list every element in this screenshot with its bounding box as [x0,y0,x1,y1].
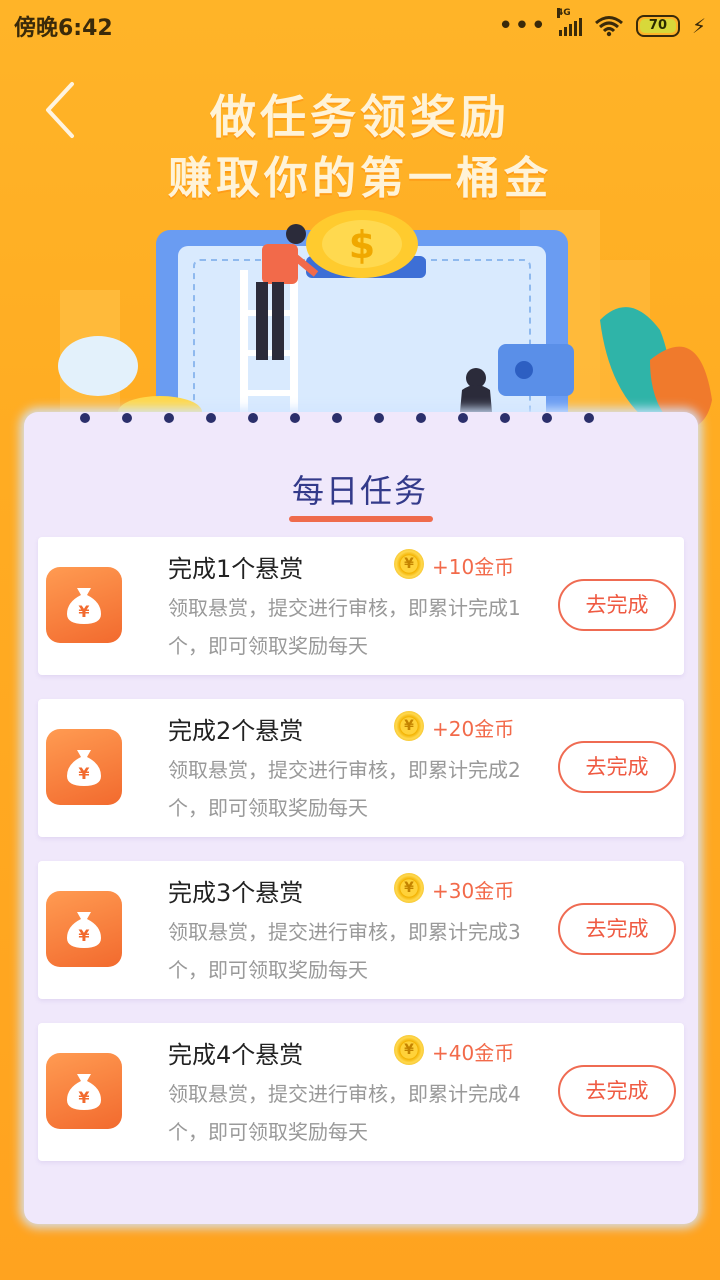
battery-icon: 70 [635,15,680,37]
charging-icon: ⚡ [691,14,706,38]
task-card: ¥ 完成3个悬赏 ¥ +30金币 领取悬赏，提交进行审核，即累计完成3个，即可领… [38,861,684,999]
task-description: 领取悬赏，提交进行审核，即累计完成1个，即可领取奖励每天 [168,596,521,658]
signal-icon: 4G [556,8,582,36]
coin-icon: ¥ [394,711,424,741]
more-dots-icon: ••• [497,11,547,41]
coin-icon: ¥ [394,873,424,903]
go-complete-button[interactable]: 去完成 [558,741,676,793]
money-bag-icon: ¥ [46,729,122,805]
task-description: 领取悬赏，提交进行审核，即累计完成3个，即可领取奖励每天 [168,920,521,982]
go-complete-button[interactable]: 去完成 [558,1065,676,1117]
task-title: 完成3个悬赏 [168,879,304,907]
money-bag-icon: ¥ [46,567,122,643]
task-reward: +30金币 [432,879,515,903]
svg-text:$: $ [349,223,375,267]
svg-text:¥: ¥ [78,602,89,621]
go-complete-button[interactable]: 去完成 [558,903,676,955]
svg-text:¥: ¥ [78,926,89,945]
status-time: 傍晚6:42 [14,16,113,41]
hero-line-1: 做任务领奖励 [210,90,510,144]
task-title: 完成4个悬赏 [168,1041,304,1069]
title-underline [289,516,433,522]
money-bag-icon: ¥ [46,1053,122,1129]
task-reward: +40金币 [432,1041,515,1065]
task-card: ¥ 完成4个悬赏 ¥ +40金币 领取悬赏，提交进行审核，即累计完成4个，即可领… [38,1023,684,1161]
network-type: 4G [556,8,571,18]
task-title: 完成1个悬赏 [168,555,304,583]
svg-text:¥: ¥ [78,764,89,783]
wifi-icon [594,16,623,37]
task-description: 领取悬赏，提交进行审核，即累计完成4个，即可领取奖励每天 [168,1082,521,1144]
panel-title: 每日任务 [291,472,428,510]
binder-rings [80,413,594,423]
hero-illustration: $ [58,210,712,430]
status-bar: 傍晚6:42 ••• 4G 70 ⚡ [0,0,720,52]
money-bag-icon: ¥ [46,891,122,967]
coin-icon: ¥ [394,549,424,579]
svg-text:¥: ¥ [78,1088,89,1107]
task-card: ¥ 完成1个悬赏 ¥ +10金币 领取悬赏，提交进行审核，即累计完成1个，即可领… [38,537,684,675]
task-title: 完成2个悬赏 [168,717,304,745]
hero-title: 做任务领奖励 赚取你的第一桶金 [0,86,720,210]
go-complete-button[interactable]: 去完成 [558,579,676,631]
coin-icon: ¥ [394,1035,424,1065]
task-reward: +20金币 [432,717,515,741]
task-card: ¥ 完成2个悬赏 ¥ +20金币 领取悬赏，提交进行审核，即累计完成2个，即可领… [38,699,684,837]
battery-level: 70 [639,19,676,33]
status-icons: ••• 4G 70 ⚡ [497,8,706,41]
task-reward: +10金币 [432,555,515,579]
task-description: 领取悬赏，提交进行审核，即累计完成2个，即可领取奖励每天 [168,758,521,820]
